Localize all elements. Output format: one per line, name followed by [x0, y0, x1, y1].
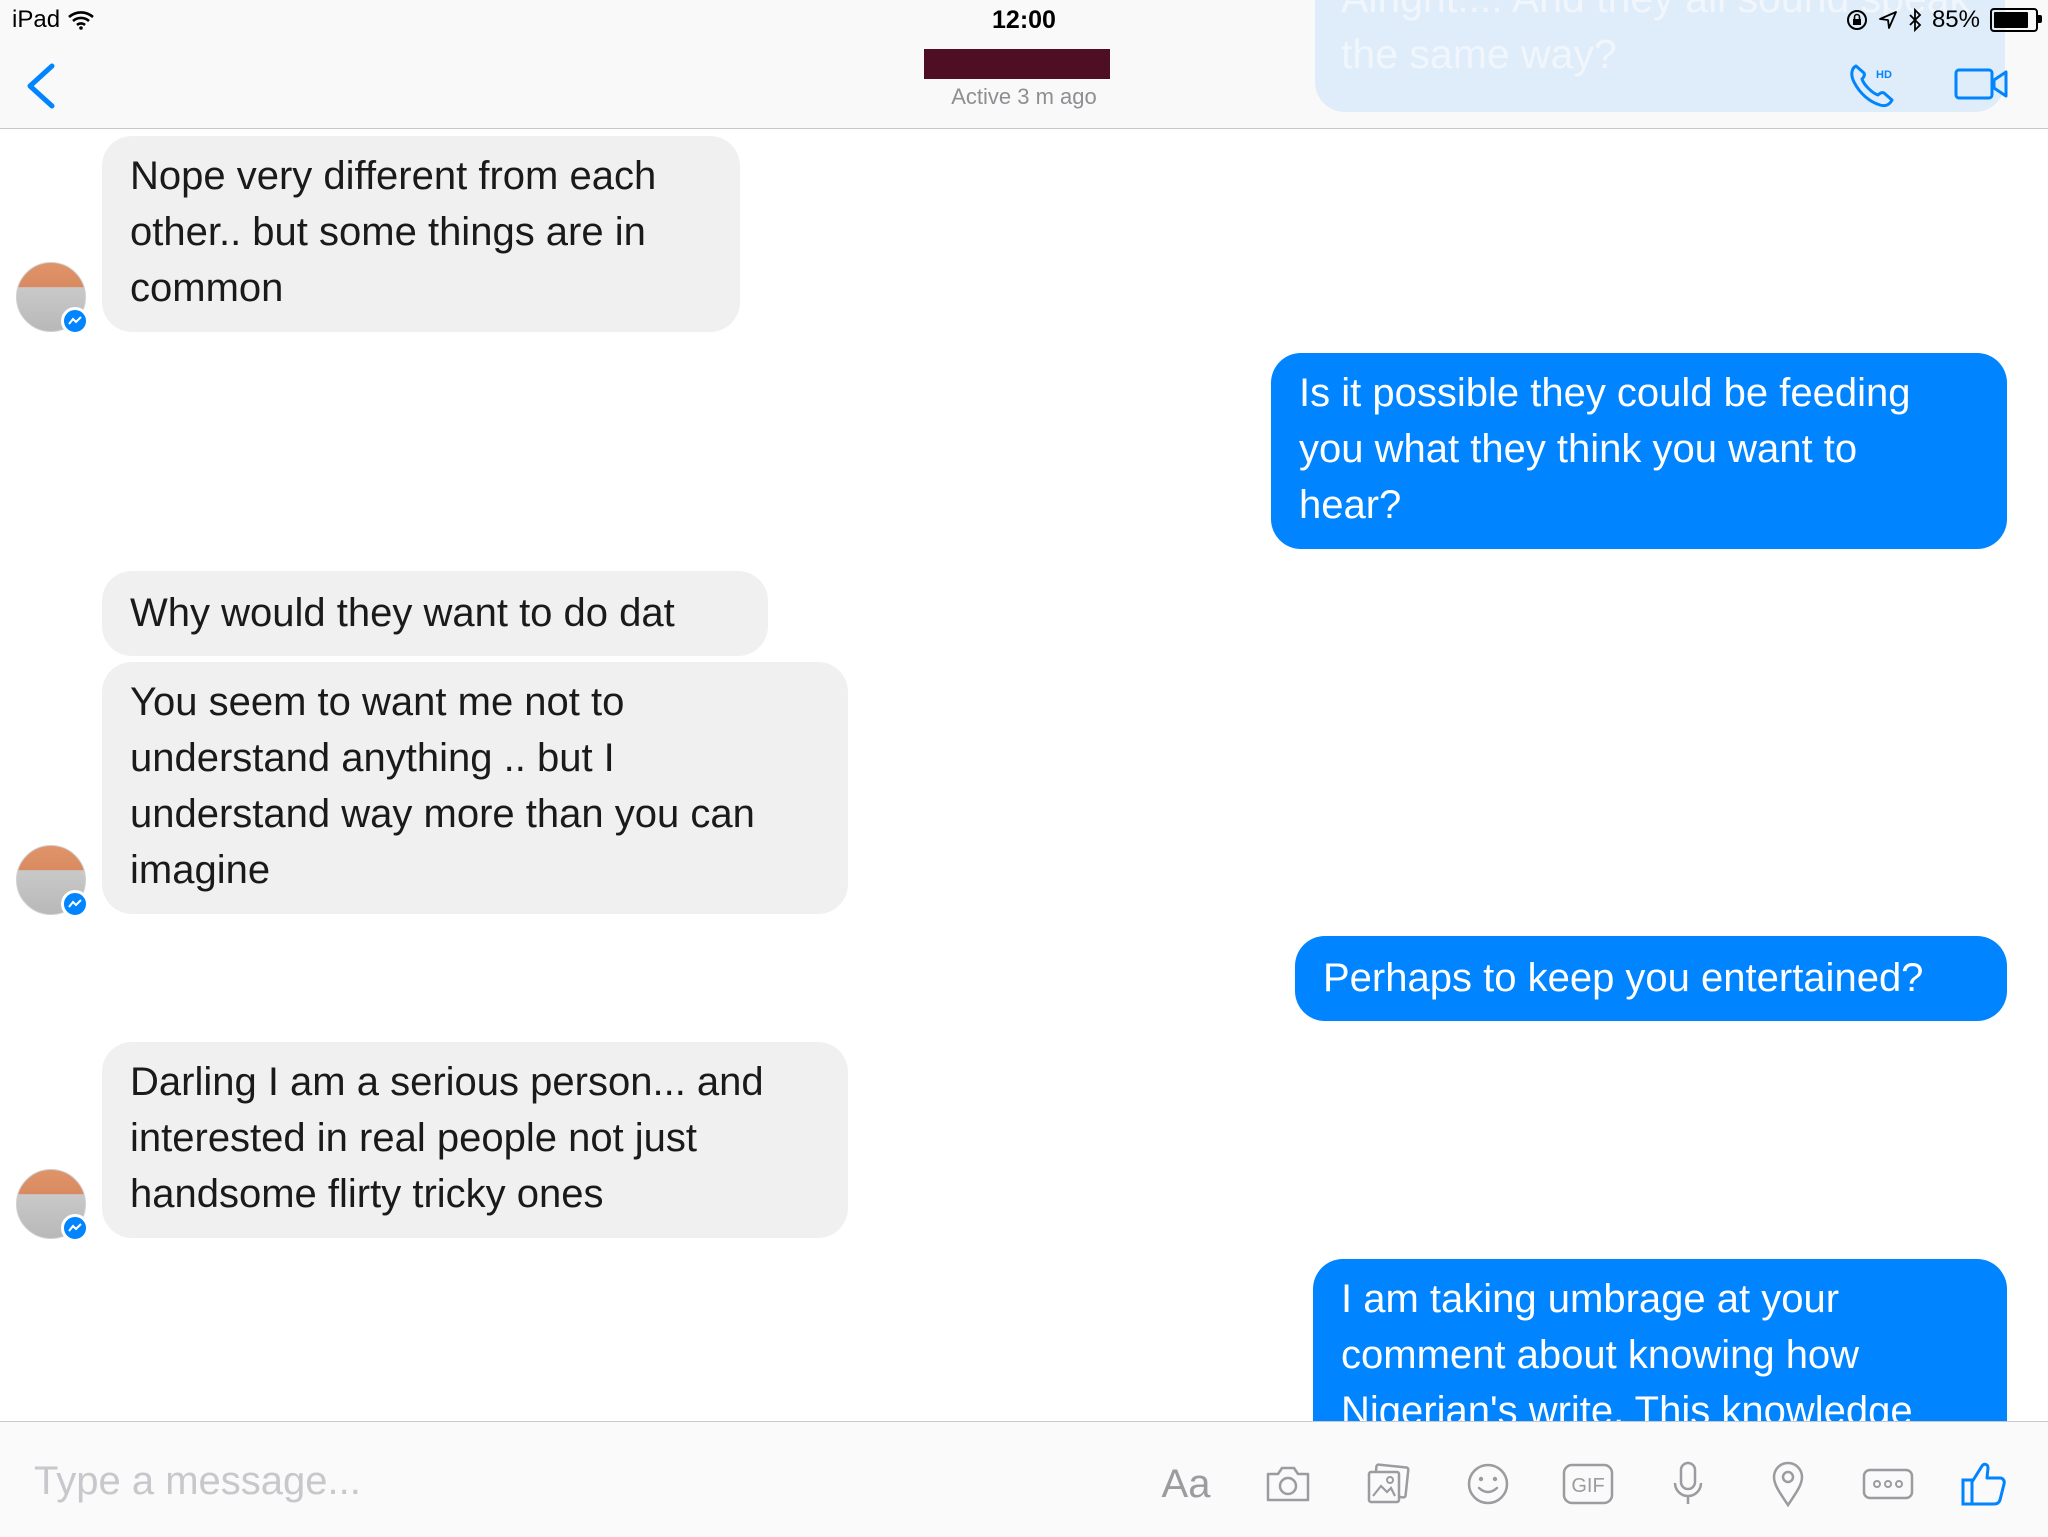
gif-label: GIF [1571, 1475, 1604, 1497]
status-bar: iPad 12:00 85% [0, 0, 2048, 42]
message-bubble-outgoing[interactable]: Is it possible they could be feeding you… [1271, 353, 2007, 549]
message-bubble-outgoing[interactable]: Perhaps to keep you entertained? [1295, 936, 2007, 1021]
status-time: 12:00 [992, 6, 1056, 34]
gif-icon[interactable]: GIF [1562, 1458, 1614, 1510]
more-icon[interactable] [1862, 1458, 1914, 1510]
battery-percent: 85% [1931, 6, 1980, 33]
message-thread[interactable]: Nope very different from each other.. bu… [0, 129, 2048, 1421]
message-bubble-incoming[interactable]: Darling I am a serious person... and int… [102, 1042, 848, 1238]
orientation-lock-icon [1846, 10, 1867, 30]
message-bubble-outgoing[interactable]: I am taking umbrage at your comment abou… [1313, 1259, 2007, 1421]
emoji-icon[interactable] [1462, 1458, 1514, 1510]
text-format-button[interactable]: Aa [1160, 1458, 1212, 1510]
bluetooth-icon [1909, 8, 1922, 32]
location-pin-icon[interactable] [1762, 1458, 1814, 1510]
avatar[interactable] [16, 1169, 89, 1242]
hd-call-icon[interactable]: HD [1848, 62, 1898, 108]
message-bubble-incoming[interactable]: You seem to want me not to understand an… [102, 662, 848, 914]
svg-text:HD: HD [1876, 69, 1892, 81]
active-status: Active 3 m ago [951, 84, 1097, 109]
messenger-badge-icon [61, 890, 89, 918]
battery-icon [1990, 8, 2042, 32]
gallery-icon[interactable] [1362, 1458, 1414, 1510]
messenger-badge-icon [61, 307, 89, 335]
message-composer: Aa GIF [0, 1421, 2048, 1537]
location-arrow-icon [1879, 11, 1897, 29]
like-icon[interactable] [1958, 1458, 2010, 1510]
message-input[interactable] [32, 1452, 1086, 1510]
messenger-badge-icon [61, 1214, 89, 1242]
avatar[interactable] [16, 845, 89, 918]
avatar[interactable] [16, 262, 89, 335]
message-bubble-incoming[interactable]: Why would they want to do dat [102, 571, 768, 656]
contact-name-redacted[interactable] [924, 49, 1110, 79]
microphone-icon[interactable] [1662, 1458, 1714, 1510]
message-bubble-incoming[interactable]: Nope very different from each other.. bu… [102, 136, 740, 332]
camera-icon[interactable] [1262, 1458, 1314, 1510]
video-call-icon[interactable] [1954, 66, 2008, 102]
